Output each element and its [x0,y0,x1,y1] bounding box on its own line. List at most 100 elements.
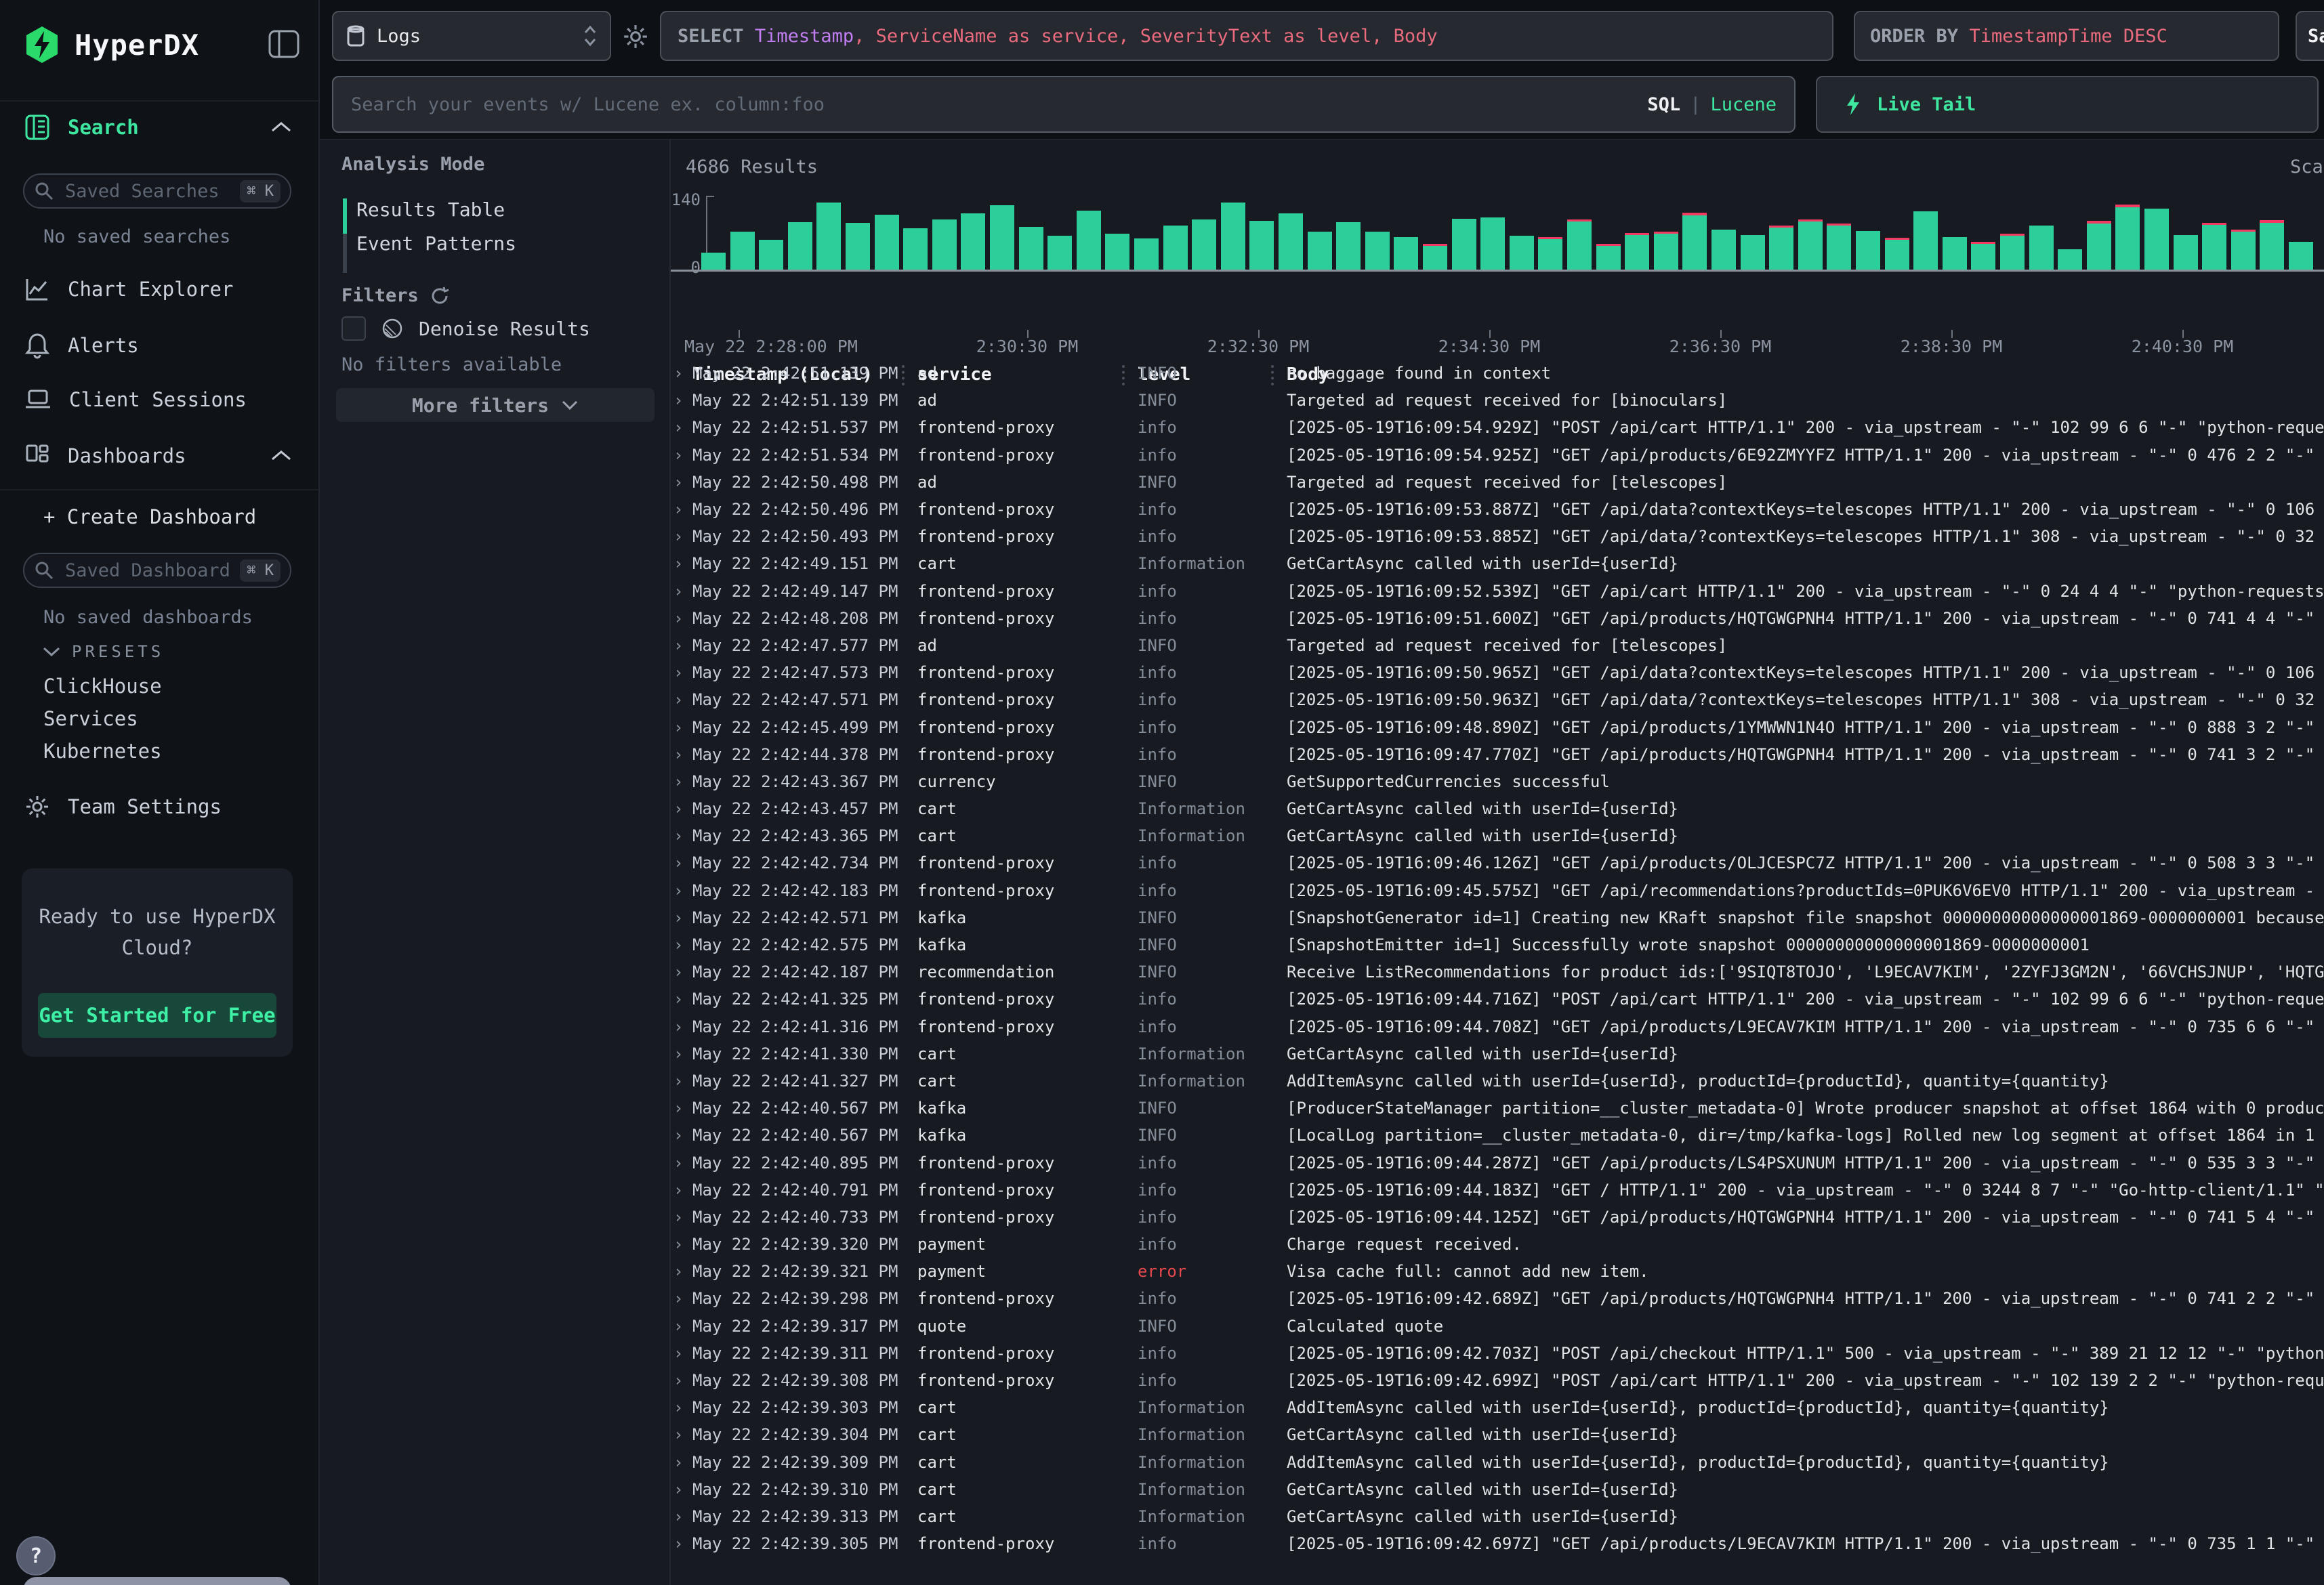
table-row[interactable]: ›May 22 2:42:39.308 PMfrontend-proxyinfo… [671,1367,2324,1394]
table-row[interactable]: ›May 22 2:42:39.309 PMcartInformationAdd… [671,1449,2324,1476]
denoise-checkbox[interactable] [341,316,366,341]
table-row[interactable]: ›May 22 2:42:39.305 PMfrontend-proxyinfo… [671,1530,2324,1557]
bottom-widget-partial[interactable] [23,1577,291,1585]
expand-row-icon[interactable]: › [673,1262,692,1281]
table-row[interactable]: ›May 22 2:42:43.457 PMcartInformationGet… [671,795,2324,822]
table-row[interactable]: ›May 22 2:42:41.325 PMfrontend-proxyinfo… [671,986,2324,1013]
table-row[interactable]: ›May 22 2:42:40.567 PMkafkaINFO[LocalLog… [671,1122,2324,1149]
table-row[interactable]: ›May 22 2:42:42.575 PMkafkaINFO[Snapshot… [671,931,2324,958]
table-row[interactable]: ›May 22 2:42:39.310 PMcartInformationGet… [671,1476,2324,1503]
expand-row-icon[interactable]: › [673,990,692,1009]
save-search-button[interactable]: Sa [2296,11,2324,61]
get-started-button[interactable]: Get Started for Free [38,993,276,1038]
expand-row-icon[interactable]: › [673,1398,692,1417]
sidebar-item-chart-explorer[interactable]: Chart Explorer [24,276,233,302]
table-row[interactable]: ›May 22 2:42:39.298 PMfrontend-proxyinfo… [671,1285,2324,1312]
lucene-search-input[interactable]: Search your events w/ Lucene ex. column:… [332,76,1796,133]
table-row[interactable]: ›May 22 2:42:40.791 PMfrontend-proxyinfo… [671,1177,2324,1204]
help-button[interactable]: ? [16,1536,56,1576]
sidebar-item-kubernetes[interactable]: Kubernetes [43,740,162,763]
expand-row-icon[interactable]: › [673,1344,692,1363]
table-row[interactable]: ›May 22 2:42:49.147 PMfrontend-proxyinfo… [671,578,2324,605]
expand-row-icon[interactable]: › [673,1126,692,1145]
expand-row-icon[interactable]: › [673,1371,692,1390]
table-row[interactable]: ›May 22 2:42:42.734 PMfrontend-proxyinfo… [671,849,2324,876]
expand-row-icon[interactable]: › [673,826,692,845]
expand-row-icon[interactable]: › [673,663,692,682]
expand-row-icon[interactable]: › [673,799,692,818]
table-row[interactable]: ›May 22 2:42:47.571 PMfrontend-proxyinfo… [671,686,2324,713]
expand-row-icon[interactable]: › [673,718,692,737]
table-row[interactable]: ›May 22 2:42:41.316 PMfrontend-proxyinfo… [671,1013,2324,1040]
expand-row-icon[interactable]: › [673,935,692,954]
sql-select-input[interactable]: SELECT Timestamp , ServiceName as servic… [660,11,1833,61]
table-row[interactable]: ›May 22 2:42:43.365 PMcartInformationGet… [671,822,2324,849]
sidebar-item-dashboards[interactable]: Dashboards [24,443,186,469]
expand-row-icon[interactable]: › [673,1480,692,1499]
sidebar-item-alerts[interactable]: Alerts [24,332,139,359]
expand-row-icon[interactable]: › [673,527,692,546]
table-row[interactable]: ›May 22 2:42:50.493 PMfrontend-proxyinfo… [671,523,2324,550]
expand-row-icon[interactable]: › [673,1534,692,1553]
expand-row-icon[interactable]: › [673,1208,692,1227]
sidebar-collapse-icon[interactable] [268,30,299,58]
expand-row-icon[interactable]: › [673,1507,692,1526]
table-row[interactable]: ›May 22 2:42:39.313 PMcartInformationGet… [671,1503,2324,1530]
expand-row-icon[interactable]: › [673,1317,692,1336]
table-row[interactable]: ›May 22 2:42:44.378 PMfrontend-proxyinfo… [671,741,2324,768]
expand-row-icon[interactable]: › [673,1235,692,1254]
saved-searches-input[interactable]: Saved Searches ⌘ K [23,173,291,209]
expand-row-icon[interactable]: › [673,1017,692,1036]
expand-row-icon[interactable]: › [673,609,692,628]
sidebar-item-client-sessions[interactable]: Client Sessions [24,387,247,412]
expand-row-icon[interactable]: › [673,446,692,465]
mode-lucene-label[interactable]: Lucene [1710,94,1777,115]
query-language-toggle[interactable]: SQL | Lucene [1647,94,1777,115]
table-row[interactable]: ›May 22 2:42:48.208 PMfrontend-proxyinfo… [671,605,2324,632]
more-filters-button[interactable]: More filters [336,388,655,422]
expand-row-icon[interactable]: › [673,1425,692,1444]
table-row[interactable]: ›May 22 2:42:39.304 PMcartInformationGet… [671,1421,2324,1448]
expand-row-icon[interactable]: › [673,745,692,764]
expand-row-icon[interactable]: › [673,963,692,981]
table-row[interactable]: ›May 22 2:42:40.567 PMkafkaINFO[Producer… [671,1095,2324,1122]
sidebar-item-clickhouse[interactable]: ClickHouse [43,675,162,698]
expand-row-icon[interactable]: › [673,690,692,709]
sql-orderby-input[interactable]: ORDER BY TimestampTime DESC [1854,11,2279,61]
expand-row-icon[interactable]: › [673,364,692,383]
create-dashboard-button[interactable]: + Create Dashboard [43,505,256,528]
table-row[interactable]: ›May 22 2:42:39.311 PMfrontend-proxyinfo… [671,1340,2324,1367]
expand-row-icon[interactable]: › [673,636,692,655]
table-row[interactable]: ›May 22 2:42:45.499 PMfrontend-proxyinfo… [671,713,2324,740]
expand-row-icon[interactable]: › [673,853,692,872]
expand-row-icon[interactable]: › [673,391,692,410]
sidebar-item-team-settings[interactable]: Team Settings [24,794,222,820]
expand-row-icon[interactable]: › [673,1289,692,1308]
refresh-icon[interactable] [430,286,450,306]
table-row[interactable]: ›May 22 2:42:50.496 PMfrontend-proxyinfo… [671,496,2324,523]
expand-row-icon[interactable]: › [673,1099,692,1118]
expand-row-icon[interactable]: › [673,582,692,601]
table-row[interactable]: ›May 22 2:42:39.321 PMpaymenterrorVisa c… [671,1258,2324,1285]
table-row[interactable]: ›May 22 2:42:42.187 PMrecommendationINFO… [671,958,2324,986]
table-row[interactable]: ›May 22 2:42:51.139 PMadINFOno baggage f… [671,360,2324,387]
expand-row-icon[interactable]: › [673,908,692,927]
table-row[interactable]: ›May 22 2:42:42.571 PMkafkaINFO[Snapshot… [671,904,2324,931]
expand-row-icon[interactable]: › [673,1181,692,1200]
mode-results-table[interactable]: Results Table [356,198,505,221]
live-tail-button[interactable]: Live Tail [1816,76,2319,133]
table-row[interactable]: ›May 22 2:42:43.367 PMcurrencyINFOGetSup… [671,768,2324,795]
table-row[interactable]: ›May 22 2:42:47.573 PMfrontend-proxyinfo… [671,659,2324,686]
expand-row-icon[interactable]: › [673,1154,692,1172]
expand-row-icon[interactable]: › [673,418,692,437]
mode-sql-label[interactable]: SQL [1647,94,1680,115]
expand-row-icon[interactable]: › [673,881,692,900]
expand-row-icon[interactable]: › [673,1453,692,1472]
table-row[interactable]: ›May 22 2:42:40.895 PMfrontend-proxyinfo… [671,1149,2324,1176]
table-row[interactable]: ›May 22 2:42:39.320 PMpaymentinfoCharge … [671,1231,2324,1258]
expand-row-icon[interactable]: › [673,1044,692,1063]
table-row[interactable]: ›May 22 2:42:39.317 PMquoteINFOCalculate… [671,1313,2324,1340]
table-row[interactable]: ›May 22 2:42:51.139 PMadINFOTargeted ad … [671,387,2324,414]
table-row[interactable]: ›May 22 2:42:41.327 PMcartInformationAdd… [671,1068,2324,1095]
table-row[interactable]: ›May 22 2:42:40.733 PMfrontend-proxyinfo… [671,1204,2324,1231]
